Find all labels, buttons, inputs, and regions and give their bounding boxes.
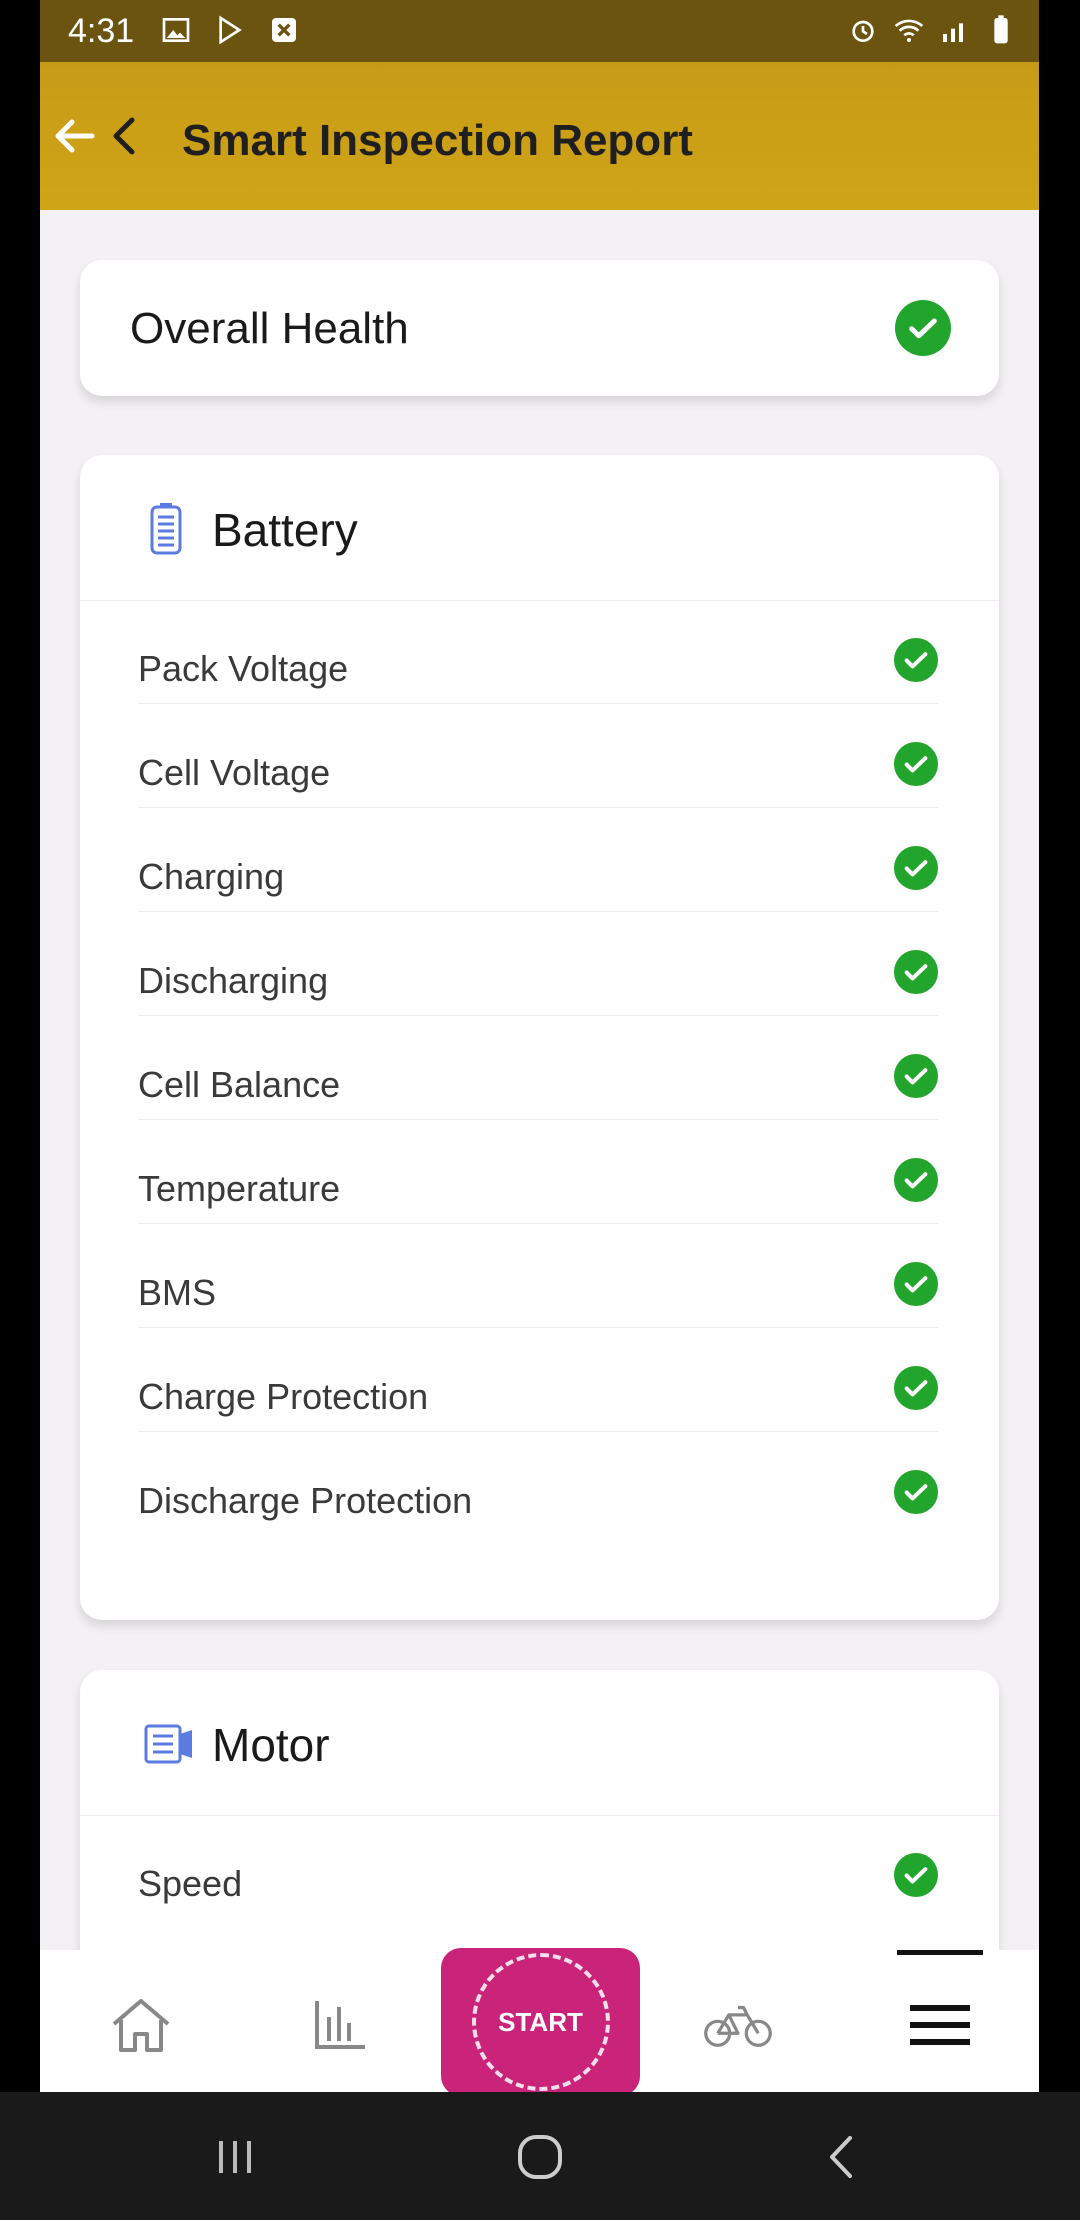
phone-screen: 4:31 Smart Inspection Report Overall Hea… [40,0,1039,2092]
nav-bike[interactable] [703,1990,773,2060]
bottom-nav: START [40,1948,1039,2092]
list-item: Charge Protection [138,1328,938,1432]
list-item: Pack Voltage [138,600,938,704]
list-item: Discharging [138,912,938,1016]
list-item: Cell Voltage [138,704,938,808]
check-circle-icon [894,1158,938,1202]
check-item-label: Charge Protection [138,1376,429,1417]
nav-menu[interactable] [905,1990,975,2060]
list-item: Cell Balance [138,1016,938,1120]
image-icon [162,18,190,42]
check-circle-icon [894,1054,938,1098]
motor-card-header: Motor [80,1670,999,1816]
close-box-icon [272,18,296,42]
battery-status-icon [994,15,1008,44]
list-item: Temperature [138,1120,938,1224]
start-button[interactable]: START [441,1948,640,2092]
check-item-label: Temperature [138,1168,341,1209]
battery-icon [150,503,182,555]
battery-card-header: Battery [80,455,999,601]
check-circle-icon [894,1262,938,1306]
page-title: Smart Inspection Report [182,116,693,165]
check-circle-icon [894,1853,938,1897]
nav-stats[interactable] [304,1990,374,2060]
menu-icon [910,2005,970,2045]
back-system-button[interactable] [812,2132,872,2182]
recents-button[interactable] [205,2132,265,2182]
check-item-label: Pack Voltage [138,648,349,689]
nav-home[interactable] [106,1990,176,2060]
content-scroll[interactable]: Overall Health Battery Pack Voltage Cell… [40,210,1039,1950]
alarm-icon [852,20,874,42]
system-nav-bar [0,2092,1080,2220]
home-circle-icon [518,2135,562,2179]
battery-title: Battery [212,504,358,556]
motor-card: Motor Speed [80,1670,999,1950]
battery-check-list: Pack Voltage Cell Voltage Charging Disch… [138,600,938,1535]
list-item: Speed [138,1815,938,1918]
stats-icon [315,2001,365,2049]
status-right-icons [847,14,1017,46]
home-system-button[interactable] [510,2132,570,2182]
start-label: START [498,2006,583,2037]
check-circle-icon [894,950,938,994]
motor-check-list: Speed [138,1815,938,1918]
motor-icon [144,1724,192,1764]
play-store-icon [219,15,242,45]
check-circle-icon [894,638,938,682]
check-item-label: Cell Voltage [138,752,331,793]
wifi-icon [894,19,924,42]
check-item-label: Charging [138,856,285,897]
motor-title: Motor [212,1719,330,1771]
check-item-label: Cell Balance [138,1064,341,1105]
overall-health-card: Overall Health [80,260,999,396]
bike-icon [704,2005,772,2047]
check-item-label: Speed [138,1863,243,1904]
list-item: BMS [138,1224,938,1328]
check-circle-icon [894,1366,938,1410]
signal-icon [943,23,963,42]
home-icon [112,1999,170,2052]
chevron-left-icon [830,2136,852,2178]
back-button[interactable] [52,106,142,166]
active-tab-indicator [897,1950,983,1955]
check-circle-icon [894,1470,938,1514]
battery-card: Battery Pack Voltage Cell Voltage Chargi… [80,455,999,1620]
check-circle-icon [895,300,951,356]
overall-health-label: Overall Health [130,304,409,353]
status-bar: 4:31 [40,0,1039,62]
start-ring: START [471,1953,610,2091]
list-item: Discharge Protection [138,1432,938,1535]
check-circle-icon [894,846,938,890]
list-item: Charging [138,808,938,912]
check-circle-icon [894,742,938,786]
recents-icon [219,2141,251,2173]
status-left-icons [160,14,300,46]
check-item-label: BMS [138,1272,217,1313]
back-arrow-icon [55,117,135,155]
check-item-label: Discharge Protection [138,1480,473,1521]
check-item-label: Discharging [138,960,329,1001]
app-bar: Smart Inspection Report [40,62,1039,210]
status-time: 4:31 [68,12,135,50]
